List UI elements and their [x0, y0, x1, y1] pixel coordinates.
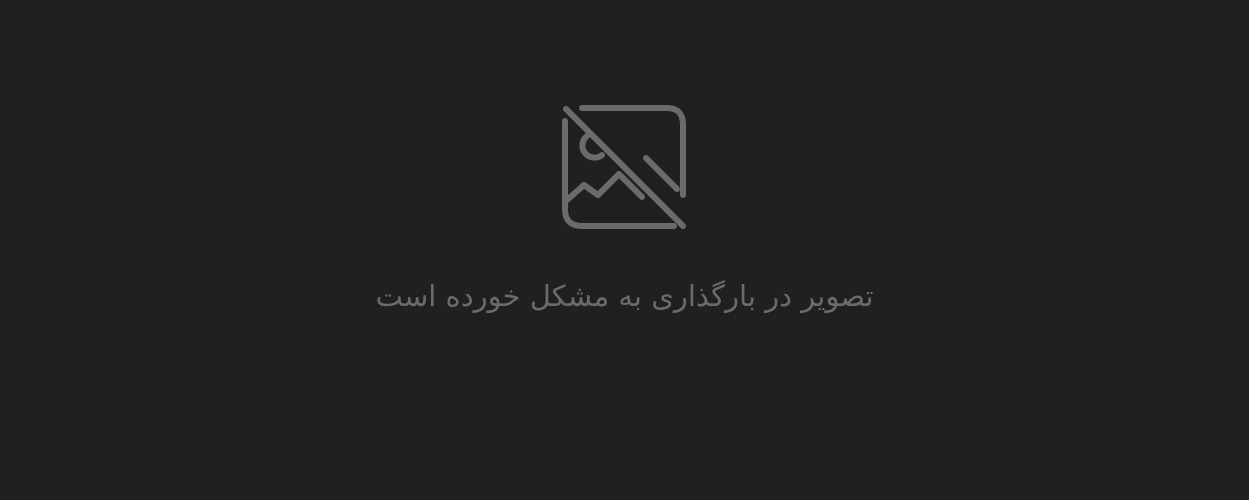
error-message: تصویر در بارگذاری به مشکل خورده است — [375, 279, 874, 313]
image-load-error-placeholder: تصویر در بارگذاری به مشکل خورده است — [0, 0, 1249, 500]
broken-image-icon — [562, 105, 686, 229]
